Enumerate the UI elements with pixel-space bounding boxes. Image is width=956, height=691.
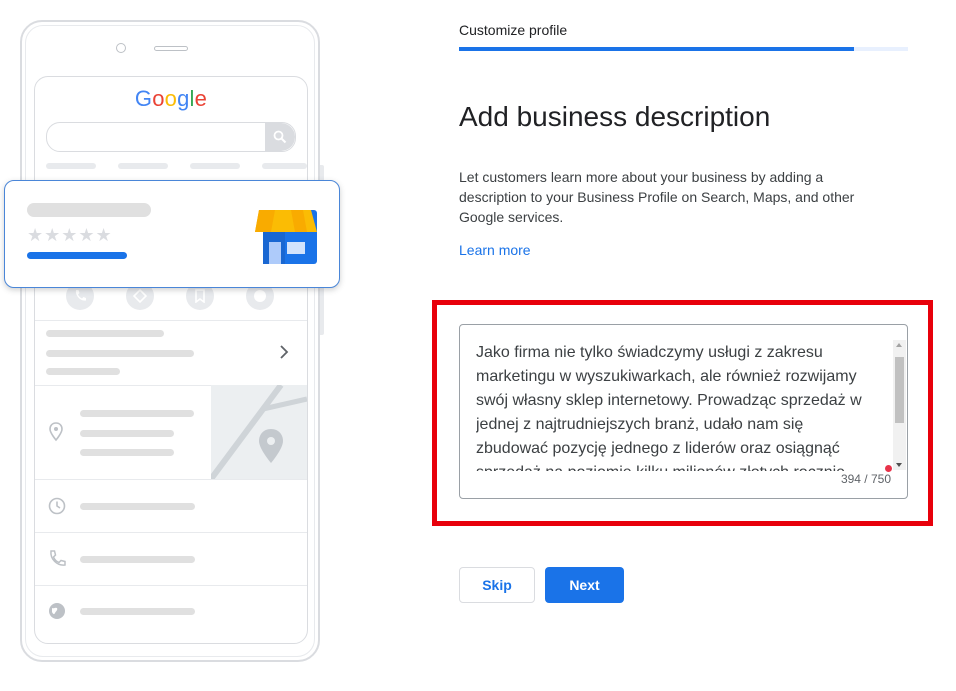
mini-map bbox=[211, 385, 307, 479]
mock-text-line bbox=[46, 350, 194, 357]
clock-icon bbox=[48, 497, 66, 515]
logo-letter: g bbox=[177, 86, 190, 111]
divider bbox=[35, 585, 307, 586]
mock-text-line bbox=[80, 503, 195, 510]
rating-stars: ★★★★★ bbox=[27, 225, 113, 245]
textarea-scrollbar[interactable] bbox=[893, 340, 906, 470]
chevron-right-icon bbox=[280, 345, 289, 359]
page-description: Let customers learn more about your busi… bbox=[459, 169, 855, 225]
mock-tab bbox=[190, 163, 240, 169]
business-card-preview: ★★★★★ bbox=[4, 180, 340, 288]
camera-icon bbox=[116, 43, 126, 53]
mock-tab bbox=[262, 163, 307, 169]
learn-more-link[interactable]: Learn more bbox=[459, 242, 531, 258]
mock-text-line bbox=[46, 368, 120, 375]
character-counter: 394 / 750 bbox=[840, 472, 891, 486]
mock-tab bbox=[118, 163, 168, 169]
search-icon bbox=[265, 123, 295, 151]
page-title: Add business description bbox=[459, 101, 771, 132]
divider bbox=[35, 479, 307, 480]
mock-text-line bbox=[80, 449, 174, 456]
step-label: Customize profile bbox=[459, 22, 568, 38]
skip-button[interactable]: Skip bbox=[459, 567, 535, 603]
divider bbox=[35, 532, 307, 533]
mock-text-line bbox=[80, 556, 195, 563]
google-logo: Google bbox=[35, 86, 307, 112]
mock-text-line bbox=[46, 330, 164, 337]
logo-letter: o bbox=[152, 86, 165, 111]
scroll-down-arrow-icon[interactable] bbox=[896, 463, 902, 467]
storefront-icon bbox=[255, 210, 317, 264]
spellcheck-dot-icon bbox=[885, 465, 892, 472]
mock-title-line bbox=[27, 203, 151, 217]
divider bbox=[35, 320, 307, 321]
mock-tab bbox=[46, 163, 96, 169]
location-pin-icon bbox=[49, 422, 63, 442]
next-button[interactable]: Next bbox=[545, 567, 624, 603]
speaker-icon bbox=[154, 46, 188, 51]
logo-letter: o bbox=[164, 86, 178, 111]
textarea-value[interactable]: Jako firma nie tylko świadczymy usługi z… bbox=[476, 341, 876, 471]
phone-row-icon bbox=[50, 550, 66, 566]
globe-row-icon bbox=[49, 603, 65, 619]
mock-search-bar bbox=[46, 122, 296, 152]
logo-letter: e bbox=[194, 86, 208, 111]
business-description-textarea[interactable]: Jako firma nie tylko świadczymy usługi z… bbox=[459, 324, 908, 499]
logo-letter: G bbox=[134, 86, 153, 111]
progress-bar bbox=[459, 47, 908, 51]
phone-screen: Google bbox=[34, 76, 308, 644]
mock-text-line bbox=[80, 430, 174, 437]
progress-fill bbox=[459, 47, 855, 51]
mock-link-line bbox=[27, 252, 127, 259]
mock-text-line bbox=[80, 410, 194, 417]
scrollbar-thumb[interactable] bbox=[895, 357, 904, 423]
mock-text-line bbox=[80, 608, 195, 615]
scroll-up-arrow-icon[interactable] bbox=[896, 343, 902, 347]
